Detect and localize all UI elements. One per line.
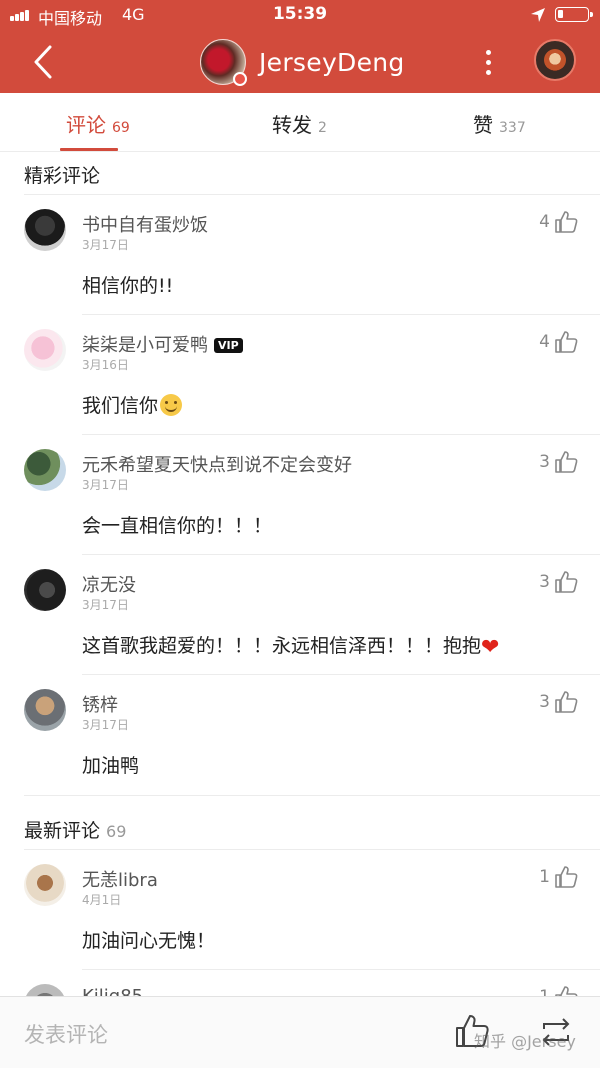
- comment-item: 无恙libra 4月1日 1 加油问心无愧！: [0, 850, 600, 970]
- like-button[interactable]: 4: [539, 209, 578, 235]
- comment-item: 元禾希望夏天快点到说不定会变好 3月17日 3 会一直相信你的！！！: [0, 435, 600, 555]
- comment-input[interactable]: 发表评论: [24, 1019, 108, 1049]
- comment-item: 柒柒是小可爱鸭 VIP 3月16日 4 我们信你: [0, 315, 600, 435]
- top-bar: 中国移动 4G 15:39 JerseyDeng: [0, 0, 600, 93]
- comment-date: 3月17日: [82, 598, 129, 612]
- thumbs-up-icon: [555, 986, 578, 996]
- clock: 15:39: [272, 4, 328, 24]
- page-title: JerseyDeng: [259, 47, 405, 77]
- thumbs-up-icon: [555, 331, 578, 353]
- user-name[interactable]: 书中自有蛋炒饭: [82, 211, 208, 237]
- tab-comments-count: 69: [112, 120, 130, 136]
- latest-section-count: 69: [106, 822, 127, 841]
- like-button[interactable]: 3: [539, 569, 578, 595]
- user-name[interactable]: 元禾希望夏天快点到说不定会变好: [82, 451, 352, 477]
- like-button[interactable]: 1: [539, 984, 578, 996]
- vip-badge: VIP: [214, 338, 243, 353]
- like-button[interactable]: 3: [539, 689, 578, 715]
- user-avatar[interactable]: [24, 449, 66, 491]
- comment-text-body: 这首歌我超爱的！！！永远相信泽西！！！抱抱: [82, 635, 482, 657]
- clock-badge-icon: [233, 72, 247, 86]
- tab-reposts-label: 转发: [272, 113, 312, 137]
- latest-section-title: 最新评论 69: [24, 816, 126, 843]
- section-divider: [24, 795, 600, 796]
- like-count: 1: [539, 867, 550, 887]
- like-button[interactable]: 1: [539, 864, 578, 890]
- hot-section-label: 精彩评论: [24, 165, 101, 187]
- location-icon: [531, 8, 545, 22]
- now-playing-disc[interactable]: [534, 39, 576, 81]
- tab-bar: 评论 69 转发 2 赞 337: [0, 93, 600, 152]
- user-avatar[interactable]: [24, 569, 66, 611]
- user-avatar[interactable]: [24, 864, 66, 906]
- thumbs-up-icon: [555, 866, 578, 888]
- comment-date: 3月17日: [82, 478, 129, 492]
- thumbs-up-icon: [555, 451, 578, 473]
- user-avatar[interactable]: [24, 984, 66, 996]
- comment-date: 4月1日: [82, 893, 122, 907]
- thumbs-up-icon: [555, 571, 578, 593]
- thumbs-up-icon: [555, 691, 578, 713]
- back-button[interactable]: [30, 44, 60, 80]
- user-name-text: 柒柒是小可爱鸭: [82, 335, 208, 356]
- tab-likes-label: 赞: [473, 113, 493, 137]
- like-count: 1: [539, 987, 550, 996]
- author-avatar[interactable]: [200, 39, 247, 86]
- user-name[interactable]: 无恙libra: [82, 866, 158, 892]
- like-button[interactable]: 4: [539, 329, 578, 355]
- status-bar: 中国移动 4G 15:39: [0, 0, 600, 30]
- comment-text: 加油鸭: [82, 755, 140, 777]
- watermark: 知乎 @Jersey: [474, 1032, 576, 1051]
- more-button[interactable]: [478, 44, 498, 80]
- comment-item: Kilig85 1: [0, 970, 600, 996]
- user-name[interactable]: Kilig85: [82, 986, 143, 996]
- tab-reposts-count: 2: [318, 120, 327, 136]
- like-count: 3: [539, 572, 550, 592]
- smile-emoji-icon: [160, 394, 183, 416]
- like-count: 3: [539, 452, 550, 472]
- user-name[interactable]: 凉无没: [82, 571, 136, 597]
- tab-comments-label: 评论: [66, 113, 106, 137]
- comment-item: 凉无没 3月17日 3 这首歌我超爱的！！！永远相信泽西！！！抱抱❤: [0, 555, 600, 675]
- hot-section-title: 精彩评论: [24, 161, 100, 188]
- tab-likes-count: 337: [499, 120, 526, 136]
- battery-icon: [555, 7, 593, 22]
- like-count: 4: [539, 212, 550, 232]
- like-count: 3: [539, 692, 550, 712]
- comment-date: 3月17日: [82, 718, 129, 732]
- comment-text: 会一直相信你的！！！: [82, 515, 273, 537]
- comment-text: 这首歌我超爱的！！！永远相信泽西！！！抱抱❤: [82, 631, 499, 660]
- active-tab-indicator: [60, 148, 118, 151]
- comment-text: 我们信你: [82, 391, 183, 418]
- comment-text-body: 我们信你: [82, 395, 159, 417]
- user-name[interactable]: 柒柒是小可爱鸭 VIP: [82, 331, 243, 357]
- user-avatar[interactable]: [24, 209, 66, 251]
- user-avatar[interactable]: [24, 329, 66, 371]
- comment-item: 书中自有蛋炒饭 3月17日 4 相信你的!!: [0, 195, 600, 315]
- like-button[interactable]: 3: [539, 449, 578, 475]
- comment-text: 加油问心无愧！: [82, 930, 216, 952]
- latest-section-label: 最新评论: [24, 820, 101, 842]
- thumbs-up-icon: [555, 211, 578, 233]
- comment-date: 3月16日: [82, 358, 129, 372]
- comment-item: 锈梓 3月17日 3 加油鸭: [0, 675, 600, 795]
- comment-date: 3月17日: [82, 238, 129, 252]
- title-area[interactable]: JerseyDeng: [200, 38, 405, 86]
- comment-text: 相信你的!!: [82, 275, 174, 297]
- user-avatar[interactable]: [24, 689, 66, 731]
- heart-emoji-icon: ❤: [481, 635, 500, 660]
- user-name[interactable]: 锈梓: [82, 691, 118, 717]
- like-count: 4: [539, 332, 550, 352]
